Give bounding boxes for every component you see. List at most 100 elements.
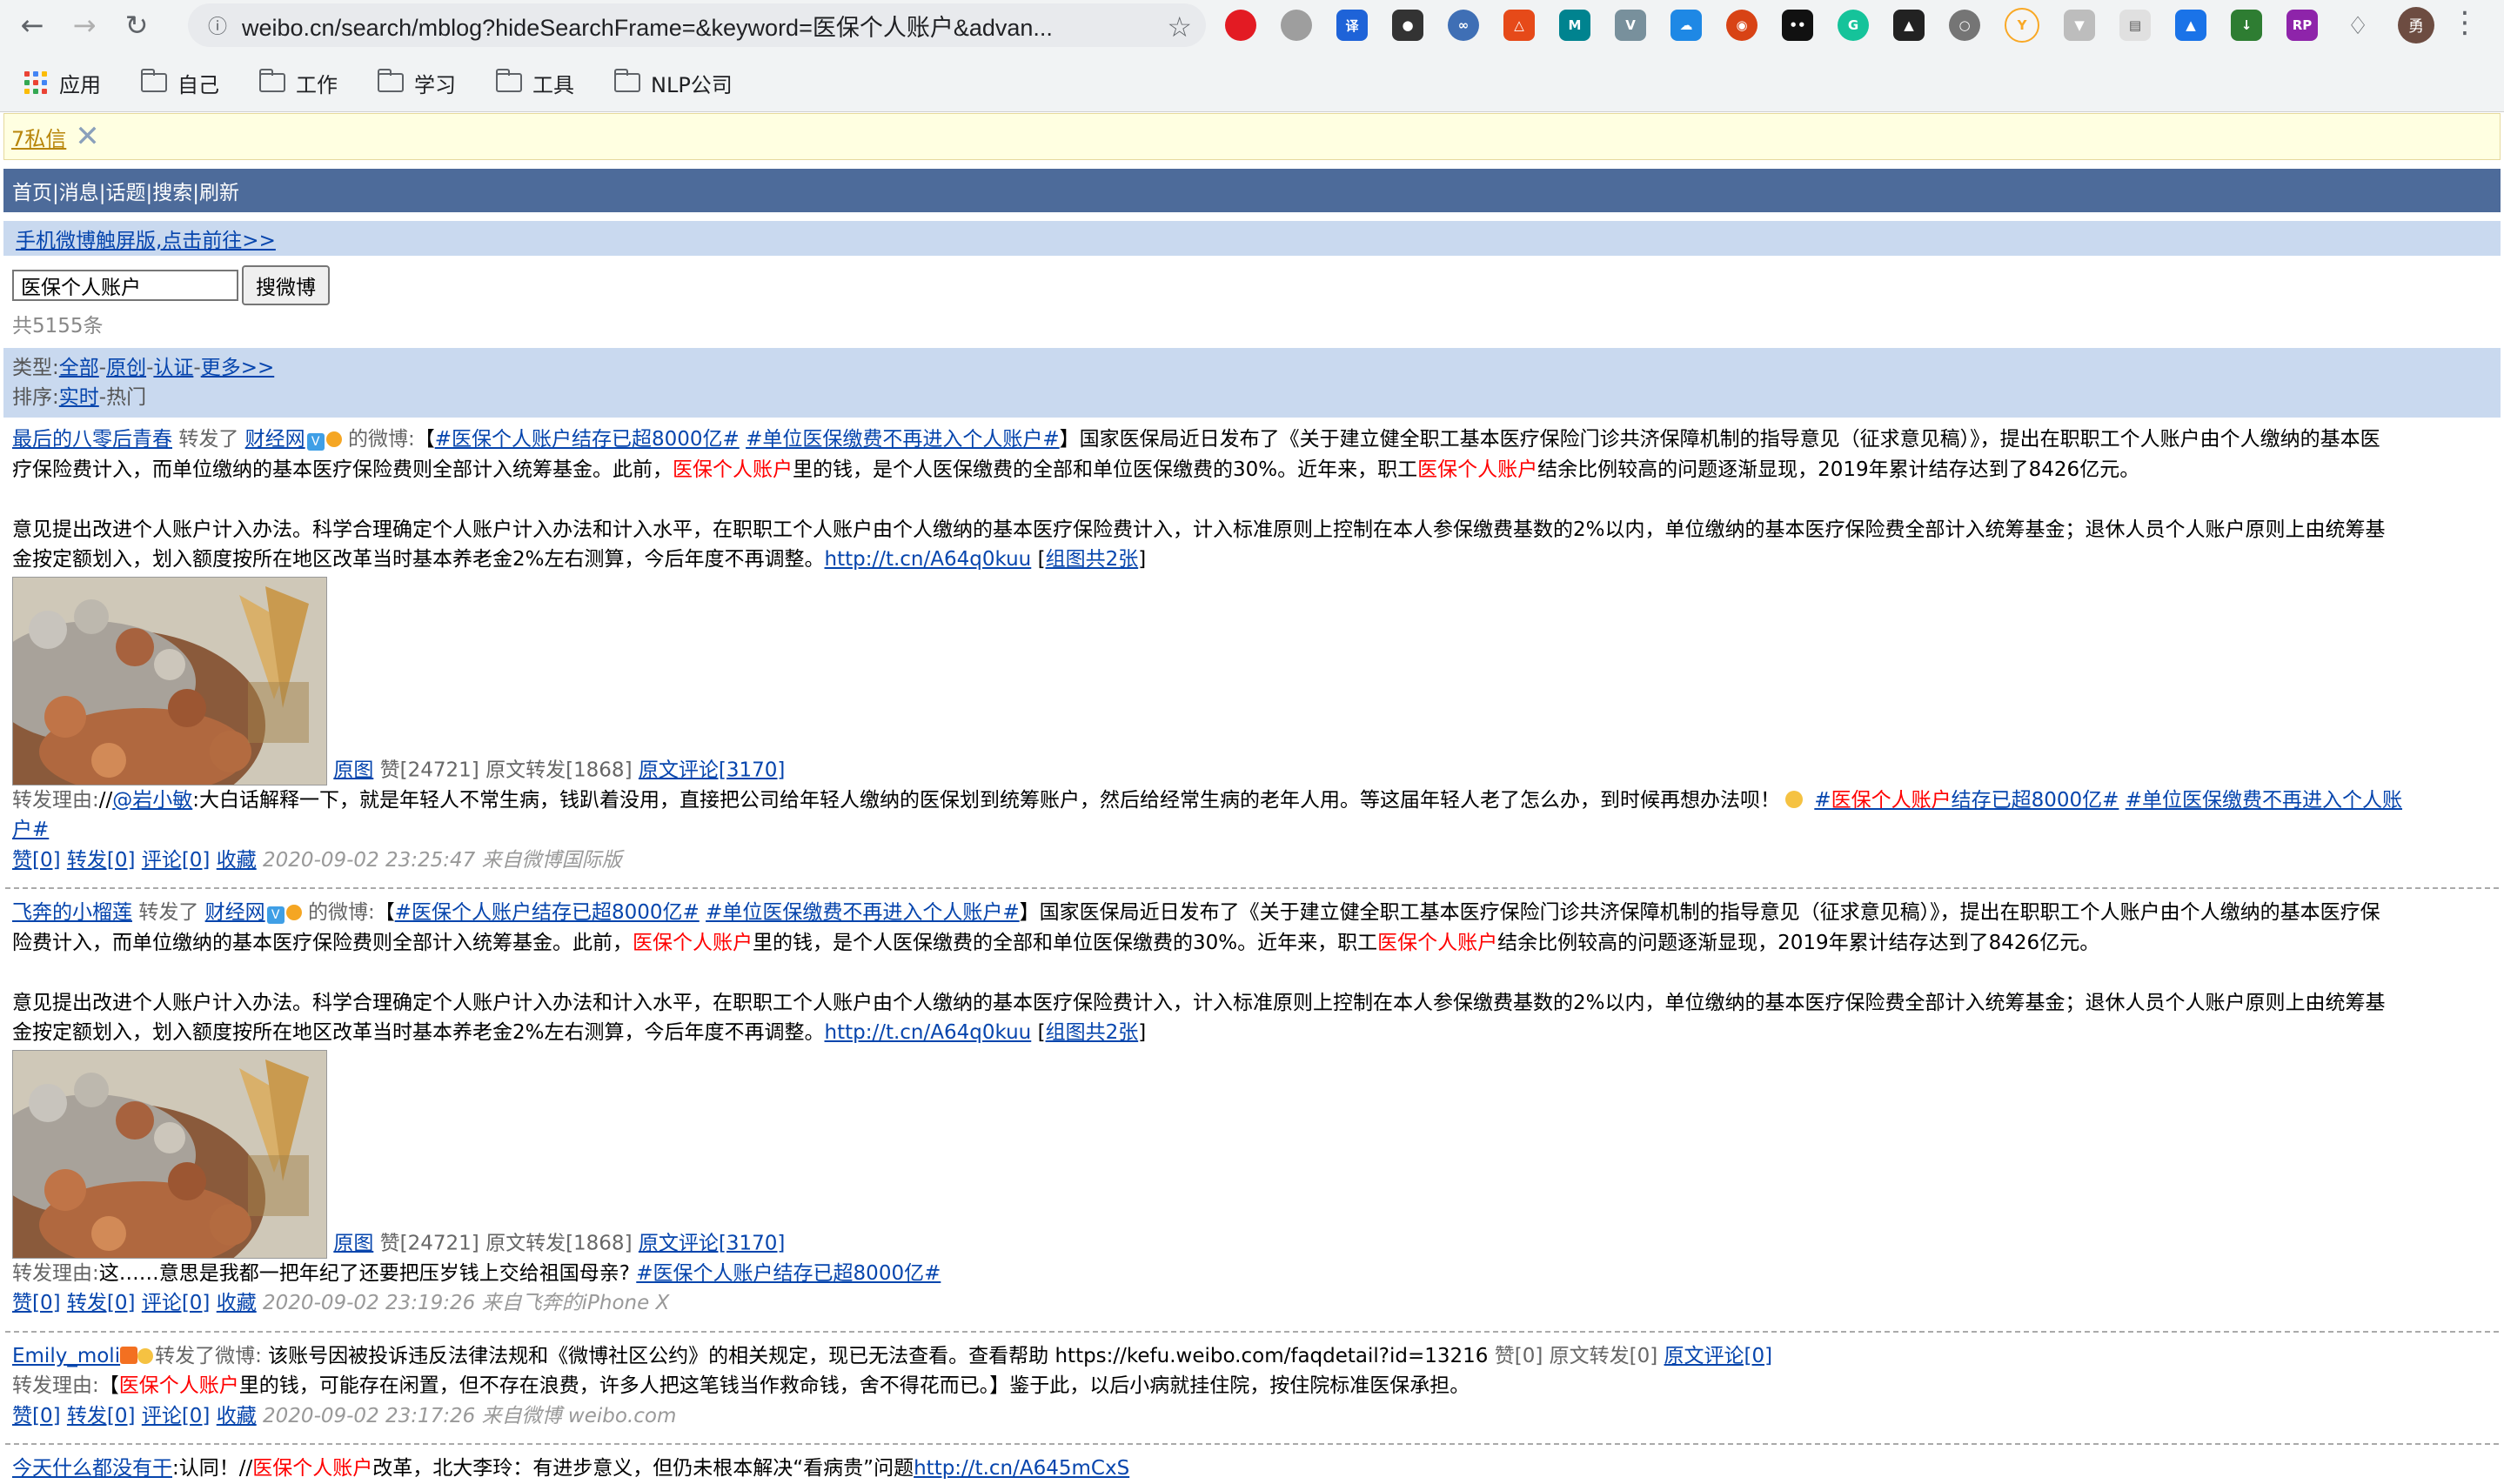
extension-download-icon[interactable]: ↓ bbox=[2231, 10, 2262, 41]
bookmark-star-icon[interactable]: ☆ bbox=[1167, 10, 1192, 43]
post-text: 意见提出改进个人账户计入办法。科学合理确定个人账户计入办法和计入水平，在职职工个… bbox=[12, 518, 2386, 541]
short-url-link[interactable]: http://t.cn/A64q0kuu bbox=[825, 548, 1032, 571]
reload-icon[interactable]: ↻ bbox=[117, 5, 157, 45]
touch-version-link[interactable]: 手机微博触屏版,点击前往>> bbox=[16, 224, 276, 253]
favorite-link[interactable]: 收藏 bbox=[217, 1405, 257, 1427]
forward-link[interactable]: 转发[0] bbox=[67, 1405, 136, 1427]
bookmark-folder-self[interactable]: 自己 bbox=[141, 68, 219, 98]
close-icon[interactable]: ✕ bbox=[75, 122, 100, 151]
extension-v-icon[interactable]: V bbox=[1615, 10, 1646, 41]
original-image-link[interactable]: 原图 bbox=[333, 1232, 373, 1254]
filter-original-link[interactable]: 原创 bbox=[106, 357, 146, 379]
extension-doc-icon[interactable]: ▤ bbox=[2119, 10, 2151, 41]
source-user-link[interactable]: 财经网 bbox=[205, 901, 265, 924]
extension-cap-icon[interactable]: ▲ bbox=[2175, 10, 2206, 41]
address-bar[interactable]: ⓘ weibo.cn/search/mblog?hideSearchFrame=… bbox=[188, 3, 1206, 47]
url-text[interactable]: weibo.cn/search/mblog?hideSearchFrame=&k… bbox=[242, 9, 1138, 43]
profile-avatar[interactable]: 勇 bbox=[2398, 7, 2434, 43]
hashtag-link[interactable]: #医保个人账户结存已超8000亿# bbox=[636, 1262, 941, 1285]
reason-text: 【 bbox=[98, 1374, 119, 1397]
extensions-puzzle-icon[interactable]: ♢ bbox=[2342, 10, 2373, 41]
extension-grammarly-icon[interactable]: G bbox=[1838, 10, 1869, 41]
extension-circle-icon[interactable]: ○ bbox=[1949, 10, 1980, 41]
sort-realtime-link[interactable]: 实时 bbox=[59, 386, 99, 409]
browser-chrome: ← → ↻ ⓘ weibo.cn/search/mblog?hideSearch… bbox=[0, 0, 2504, 112]
short-url-link[interactable]: http://t.cn/A64q0kuu bbox=[825, 1021, 1032, 1044]
post-time: 2020-09-02 23:25:47 来自微博国际版 bbox=[263, 848, 622, 872]
bookmark-folder-tools[interactable]: 工具 bbox=[496, 68, 574, 98]
extensions-bar: 译 ● ∞ △ M V ☁ ◉ •• G ▲ ○ Y ▼ ▤ ▲ ↓ RP ♢ bbox=[1225, 7, 2398, 43]
forward-arrow-icon[interactable]: → bbox=[64, 5, 104, 45]
hashtag-link-tail[interactable]: 户# bbox=[12, 819, 49, 841]
post-user-link[interactable]: Emily_moli bbox=[12, 1345, 120, 1367]
sort-hot: 热门 bbox=[106, 386, 147, 409]
bookmark-apps[interactable]: 应用 bbox=[24, 68, 101, 98]
like-link[interactable]: 赞[0] bbox=[12, 1292, 61, 1314]
extension-y-icon[interactable]: Y bbox=[2005, 8, 2039, 43]
extension-red-dot-icon[interactable] bbox=[1225, 10, 1256, 41]
forward-reason-line: 户# bbox=[12, 815, 2492, 846]
extension-blue-circle-icon[interactable]: ∞ bbox=[1448, 10, 1479, 41]
hashtag-link[interactable]: #医保个人账户结存已超8000亿# bbox=[1814, 789, 2119, 812]
hashtag-link[interactable]: #单位医保缴费不再进入个人账 bbox=[2126, 789, 2402, 812]
forward-link[interactable]: 转发[0] bbox=[67, 1292, 136, 1314]
extension-rp-icon[interactable]: RP bbox=[2286, 10, 2318, 41]
post-thumbnail-image[interactable] bbox=[12, 1049, 327, 1259]
search-button[interactable]: 搜微博 bbox=[242, 265, 330, 305]
extension-tree-icon[interactable]: △ bbox=[1503, 10, 1535, 41]
bookmark-folder-work[interactable]: 工作 bbox=[259, 68, 338, 98]
hashtag-link[interactable]: #医保个人账户结存已超8000亿# bbox=[435, 428, 740, 451]
mention-link[interactable]: @岩小敏 bbox=[112, 789, 192, 812]
original-image-link[interactable]: 原图 bbox=[333, 759, 373, 781]
source-user-link[interactable]: 财经网 bbox=[245, 428, 305, 451]
favorite-link[interactable]: 收藏 bbox=[217, 1292, 257, 1314]
nav-links[interactable]: 首页|消息|话题|搜索|刷新 bbox=[12, 176, 239, 205]
original-comments-link[interactable]: 原文评论[3170] bbox=[639, 1232, 785, 1254]
group-pics-link[interactable]: 组图共2张 bbox=[1046, 548, 1139, 571]
search-input[interactable]: 医保个人账户 bbox=[12, 270, 238, 301]
extension-cloud-icon[interactable]: ☁ bbox=[1670, 10, 1702, 41]
forward-reason-line: 转发理由://@岩小敏:大白话解释一下，就是年轻人不常生病，钱趴着没用，直接把公… bbox=[12, 785, 2492, 816]
original-comments-link[interactable]: 原文评论[0] bbox=[1664, 1345, 1773, 1367]
extension-cookie-icon[interactable]: ◉ bbox=[1726, 10, 1757, 41]
post-text-line: 意见提出改进个人账户计入办法。科学合理确定个人账户计入办法和计入水平，在职职工个… bbox=[12, 515, 2492, 545]
info-icon[interactable]: ⓘ bbox=[205, 13, 230, 38]
private-messages-link[interactable]: 7私信 bbox=[11, 122, 66, 152]
extension-dots-icon[interactable]: •• bbox=[1782, 10, 1813, 41]
comment-link[interactable]: 评论[0] bbox=[142, 1292, 211, 1314]
hashtag-link[interactable]: #单位医保缴费不再进入个人账户# bbox=[706, 901, 1020, 924]
group-pics-link[interactable]: 组图共2张 bbox=[1046, 1021, 1139, 1044]
original-forwards: 原文转发[1868] bbox=[485, 1232, 633, 1254]
extension-gray-icon[interactable] bbox=[1281, 10, 1312, 41]
post-user-link[interactable]: 最后的八零后青春 bbox=[12, 428, 172, 451]
forwarded-text: 转发了 bbox=[178, 428, 239, 451]
extension-translate-icon[interactable]: 译 bbox=[1336, 10, 1368, 41]
hashtag-link[interactable]: #医保个人账户结存已超8000亿# bbox=[395, 901, 700, 924]
favorite-link[interactable]: 收藏 bbox=[217, 849, 257, 872]
bookmark-folder-study[interactable]: 学习 bbox=[378, 68, 456, 98]
browser-menu-icon[interactable]: ⋮ bbox=[2450, 5, 2480, 40]
bookmark-folder-nlp[interactable]: NLP公司 bbox=[614, 68, 733, 98]
like-link[interactable]: 赞[0] bbox=[12, 1405, 61, 1427]
forward-link[interactable]: 转发[0] bbox=[67, 849, 136, 872]
extension-filter-icon[interactable]: ▼ bbox=[2064, 10, 2095, 41]
hashtag-link[interactable]: #单位医保缴费不再进入个人账户# bbox=[746, 428, 1060, 451]
extension-mask-icon[interactable]: ● bbox=[1392, 10, 1423, 41]
filter-panel: 类型:全部-原创-认证-更多>> 排序:实时-热门 bbox=[3, 348, 2501, 418]
comment-link[interactable]: 评论[0] bbox=[142, 1405, 211, 1427]
like-link[interactable]: 赞[0] bbox=[12, 849, 61, 872]
extension-m-icon[interactable]: M bbox=[1559, 10, 1590, 41]
extension-cat-icon[interactable]: ▲ bbox=[1893, 10, 1925, 41]
keyword-highlight: 医保个人账户 bbox=[1417, 458, 1538, 481]
filter-all-link[interactable]: 全部 bbox=[59, 357, 99, 379]
emoji-icon bbox=[1785, 790, 1803, 808]
original-comments-link[interactable]: 原文评论[3170] bbox=[639, 759, 785, 781]
back-arrow-icon[interactable]: ← bbox=[12, 5, 52, 45]
post-user-link[interactable]: 飞奔的小榴莲 bbox=[12, 901, 132, 924]
post-user-link[interactable]: 今天什么都没有干 bbox=[12, 1457, 172, 1480]
short-url-link[interactable]: http://t.cn/A645mCxS bbox=[914, 1457, 1129, 1480]
filter-verified-link[interactable]: 认证 bbox=[153, 357, 193, 379]
filter-more-link[interactable]: 更多>> bbox=[201, 357, 275, 379]
post-thumbnail-image[interactable] bbox=[12, 576, 327, 785]
comment-link[interactable]: 评论[0] bbox=[142, 849, 211, 872]
